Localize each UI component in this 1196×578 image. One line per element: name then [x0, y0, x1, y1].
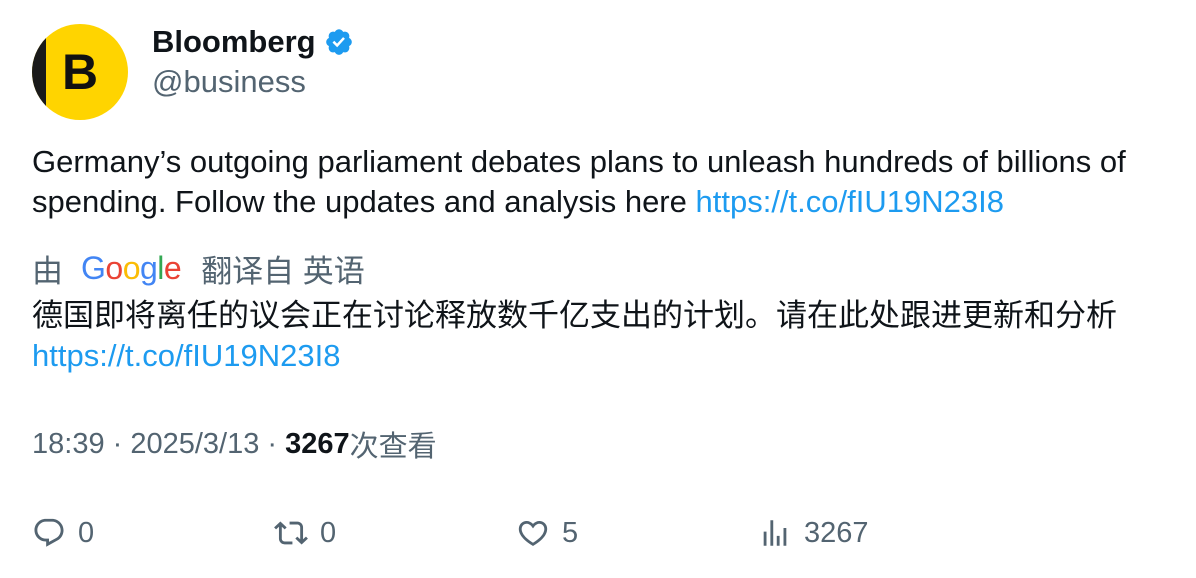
- translated-by-prefix: 由: [32, 253, 63, 289]
- like-count: 5: [562, 516, 579, 549]
- tweet-date[interactable]: 2025/3/13: [130, 428, 259, 461]
- retweet-button[interactable]: 0: [274, 510, 336, 556]
- views-label: 次查看: [349, 431, 437, 463]
- verified-badge-icon[interactable]: [324, 27, 354, 57]
- translated-text: 德国即将离任的议会正在讨论释放数千亿支出的计划。请在此处跟进更新和分析 https…: [32, 296, 1172, 376]
- author-name-row: Bloomberg: [152, 24, 354, 60]
- tweet-time[interactable]: 18:39: [32, 428, 105, 461]
- reply-icon: [34, 518, 64, 547]
- views-action-count: 3267: [804, 516, 869, 549]
- tweet-meta: 18:39 · 2025/3/13 · 3267 次查看: [32, 424, 437, 464]
- like-button[interactable]: 5: [516, 510, 578, 556]
- author-display-name[interactable]: Bloomberg: [152, 24, 316, 60]
- reply-button[interactable]: 0: [32, 510, 94, 556]
- translated-link[interactable]: https://t.co/fIU19N23I8: [32, 338, 340, 373]
- retweet-count: 0: [320, 516, 337, 549]
- views-count: 3267: [285, 427, 350, 460]
- tweet-link[interactable]: https://t.co/fIU19N23I8: [696, 184, 1004, 219]
- meta-separator: ·: [259, 427, 286, 460]
- translated-by-label: 由 Google 翻译自 英语: [32, 248, 365, 289]
- retweet-icon: [274, 521, 308, 545]
- meta-separator: ·: [104, 427, 131, 460]
- translated-body: 德国即将离任的议会正在讨论释放数千亿支出的计划。请在此处跟进更新和分析: [32, 298, 1117, 333]
- tweet-text: Germany’s outgoing parliament debates pl…: [32, 142, 1172, 222]
- action-bar: 0 0 5 3267: [32, 510, 1172, 556]
- avatar[interactable]: B: [32, 24, 128, 120]
- avatar-letter: B: [61, 44, 99, 100]
- views-button[interactable]: 3267: [758, 510, 869, 556]
- google-logo[interactable]: Google: [81, 250, 182, 287]
- analytics-icon: [763, 520, 787, 546]
- translated-from-label: 翻译自 英语: [201, 253, 365, 289]
- heart-icon: [518, 520, 548, 546]
- author-handle[interactable]: @business: [152, 64, 306, 100]
- reply-count: 0: [78, 516, 95, 549]
